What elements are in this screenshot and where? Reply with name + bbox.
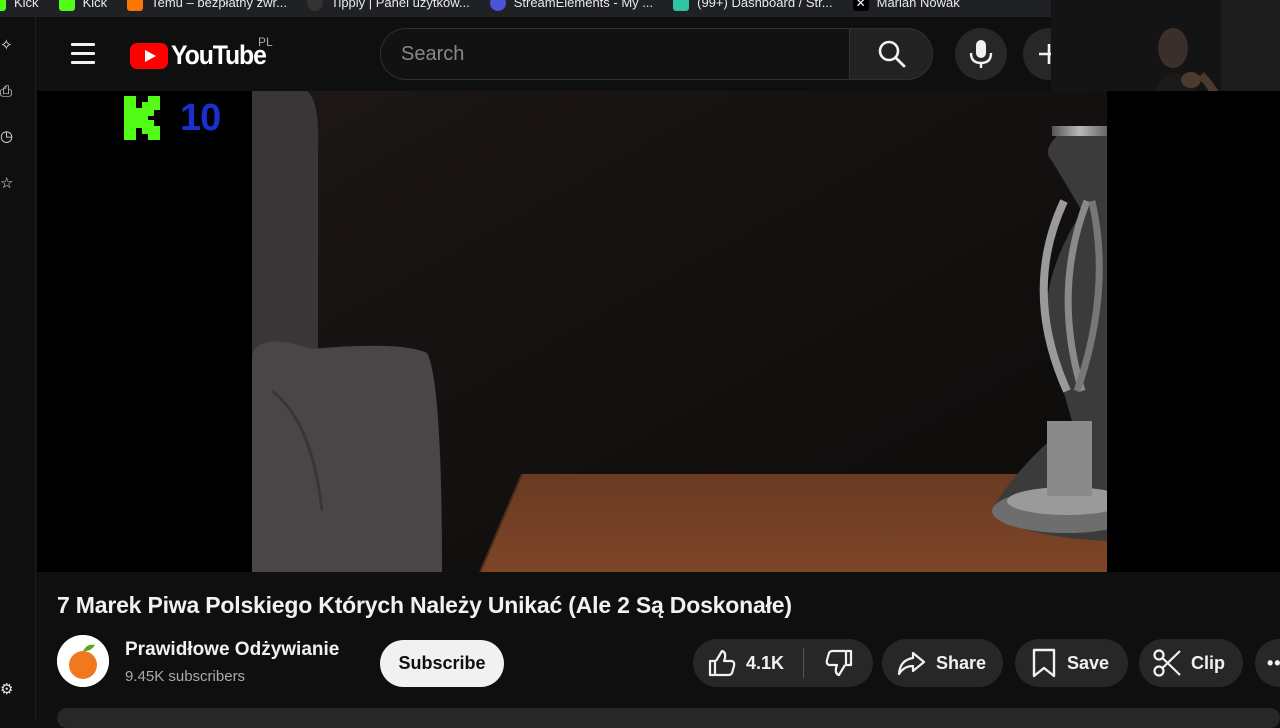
streamelements-icon	[489, 0, 506, 11]
x-icon: ✕	[852, 0, 869, 11]
search-box	[380, 28, 850, 80]
bookmark-label: Kick	[82, 0, 108, 10]
bookmark-label: Tipply | Panel użytkow...	[330, 0, 470, 10]
bookmark-label: (99+) Dashboard / Str...	[697, 0, 833, 10]
sparkle-icon[interactable]: ✧	[0, 37, 16, 55]
more-icon: •••	[1267, 652, 1280, 673]
dislike-button[interactable]	[804, 639, 873, 687]
save-label: Save	[1067, 652, 1110, 673]
subscribe-button[interactable]: Subscribe	[380, 640, 504, 687]
kick-icon	[58, 0, 75, 11]
orange-icon	[57, 635, 109, 687]
bookmark-tipply[interactable]: Tipply | Panel użytkow...	[306, 0, 470, 11]
share-arrow-icon	[897, 651, 926, 676]
dashboard-icon	[673, 0, 690, 11]
video-scene-image	[252, 91, 1107, 572]
bookmark-kick-2[interactable]: Kick	[58, 0, 108, 11]
printer-icon[interactable]: ⎙	[0, 83, 16, 101]
star-icon[interactable]: ☆	[0, 175, 16, 193]
counter-value: 10	[180, 96, 221, 139]
stream-counter-overlay: 10	[124, 96, 221, 140]
bookmark-x[interactable]: ✕ Marian Nowak	[852, 0, 960, 11]
bookmark-label: Marian Nowak	[876, 0, 960, 10]
temu-icon	[127, 0, 144, 11]
video-title: 7 Marek Piwa Polskiego Których Należy Un…	[57, 592, 792, 618]
video-player[interactable]: 10	[37, 91, 1280, 572]
search-input[interactable]	[381, 29, 849, 79]
channel-avatar[interactable]	[57, 635, 109, 687]
subscriber-count: 9.45K subscribers	[125, 668, 246, 685]
youtube-logo[interactable]: YouTube PL	[130, 35, 274, 71]
kick-logo-icon	[124, 96, 160, 140]
like-count: 4.1K	[746, 652, 785, 673]
clip-label: Clip	[1191, 652, 1225, 673]
menu-icon[interactable]	[71, 43, 95, 64]
bookmark-dashboard[interactable]: (99+) Dashboard / Str...	[673, 0, 833, 11]
share-button[interactable]: Share	[882, 639, 1003, 687]
save-button[interactable]: Save	[1015, 639, 1128, 687]
description-box[interactable]	[57, 708, 1280, 728]
bookmark-label: Temu – bezpłatny zwr...	[151, 0, 287, 10]
thumbs-down-icon	[825, 649, 852, 677]
bookmark-kick-1[interactable]: Kick	[0, 0, 39, 11]
channel-name[interactable]: Prawidłowe Odżywianie	[125, 639, 339, 661]
more-actions-button[interactable]: •••	[1255, 639, 1280, 687]
bookmark-temu[interactable]: Temu – bezpłatny zwr...	[127, 0, 287, 11]
bookmark-icon	[1032, 648, 1056, 678]
search-icon	[878, 40, 906, 68]
youtube-play-icon	[130, 42, 168, 69]
microphone-icon	[969, 40, 993, 68]
like-button[interactable]: 4.1K	[693, 639, 803, 687]
settings-icon[interactable]: ⚙	[0, 681, 16, 699]
like-dislike-group: 4.1K	[693, 639, 873, 687]
history-icon[interactable]: ◷	[0, 128, 16, 146]
kick-icon	[0, 0, 6, 11]
bookmark-streamelements[interactable]: StreamElements - My ...	[489, 0, 654, 11]
region-code: PL	[258, 35, 273, 49]
clip-button[interactable]: Clip	[1139, 639, 1243, 687]
share-label: Share	[936, 652, 987, 673]
video-frame	[252, 91, 1107, 572]
bookmark-label: StreamElements - My ...	[513, 0, 654, 10]
scissors-icon	[1153, 649, 1181, 677]
browser-side-rail: ✧ ⎙ ◷ ☆ ⚙	[0, 17, 36, 720]
youtube-header: YouTube PL	[37, 17, 1083, 91]
logo-text: YouTube	[171, 40, 267, 70]
bookmark-label: Kick	[14, 0, 39, 10]
search-button[interactable]	[849, 28, 933, 80]
thumbs-up-icon	[708, 649, 736, 677]
tipply-icon	[306, 0, 323, 11]
voice-search-button[interactable]	[955, 28, 1007, 80]
